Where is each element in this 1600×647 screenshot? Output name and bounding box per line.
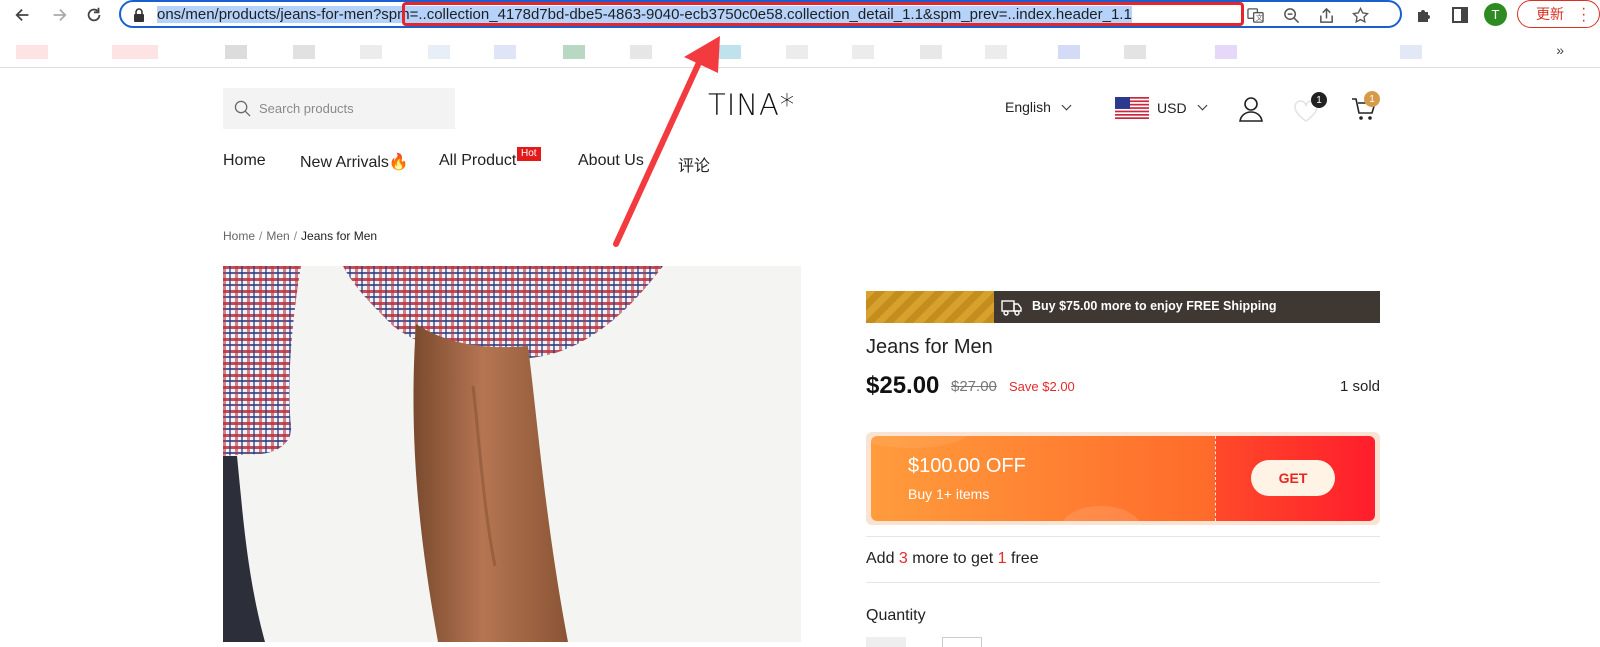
bundle-promo: Add 3 more to get 1 free [866,550,1039,568]
cart-count-badge: 1 [1364,91,1380,107]
bookmark-item[interactable] [428,45,450,59]
product-photo-illustration [223,266,801,642]
bookmarks-bar: » [0,38,1600,68]
quantity-label: Quantity [866,607,926,624]
bookmark-item[interactable] [719,45,741,59]
search-box[interactable] [223,88,455,129]
bookmark-item[interactable] [1058,45,1080,59]
breadcrumb: Home / Men / Jeans for Men [223,229,377,243]
us-flag-icon [1115,97,1149,119]
bookmark-item[interactable] [1215,45,1237,59]
store-logo[interactable]: TINA* [708,88,795,122]
coupon-decoration [871,436,1139,521]
shipping-progress-fill [866,291,994,323]
bookmark-item[interactable] [16,45,48,59]
lock-icon [134,8,144,22]
quantity-input[interactable] [942,637,982,647]
extensions-puzzle-icon[interactable] [1412,3,1436,27]
breadcrumb-separator: / [259,229,263,243]
currency-label: USD [1157,100,1187,116]
profile-avatar[interactable]: T [1484,3,1507,26]
update-label: 更新 [1536,6,1564,22]
quantity-decrease-button[interactable] [866,637,906,647]
nav-about-us[interactable]: About Us [578,152,644,170]
promo-prefix: Add [866,550,895,567]
truck-icon [1001,300,1022,316]
url-selected-path: ons/men/products/jeans-for-men [157,6,373,23]
breadcrumb-men[interactable]: Men [266,229,289,243]
account-user-icon[interactable] [1237,95,1265,123]
bookmark-item[interactable] [852,45,874,59]
translate-icon[interactable]: 文 [1245,5,1265,25]
side-panel-icon[interactable] [1448,3,1472,27]
bookmark-item[interactable] [630,45,652,59]
coupon-info: $100.00 OFF Buy 1+ items [871,436,1215,521]
language-selector[interactable]: English [1005,99,1072,115]
free-shipping-bar: Buy $75.00 more to enjoy FREE Shipping [866,291,1380,323]
update-button[interactable]: 更新 · · · [1517,0,1600,29]
more-menu-icon: · · · [1581,0,1587,29]
language-label: English [1005,99,1051,115]
url-query-highlight-box [402,2,1244,26]
search-icon [234,100,251,117]
bookmark-item[interactable] [786,45,808,59]
promo-suffix: free [1011,550,1039,567]
bookmark-item[interactable] [293,45,315,59]
coupon-card: $100.00 OFF Buy 1+ items GET [866,432,1380,525]
chevron-down-icon [1197,100,1208,110]
bookmark-star-icon[interactable] [1350,5,1370,25]
bookmark-item[interactable] [112,45,158,59]
bookmark-item[interactable] [1124,45,1146,59]
coupon-condition: Buy 1+ items [908,486,990,502]
breadcrumb-home[interactable]: Home [223,229,255,243]
back-arrow-icon[interactable] [11,3,35,27]
promo-free-count: 1 [997,550,1007,567]
browser-toolbar: ons/men/products/jeans-for-men?spm=..col… [0,0,1600,29]
svg-text:文: 文 [1255,13,1262,22]
bookmark-item[interactable] [225,45,247,59]
breadcrumb-separator: / [293,229,298,243]
nav-home[interactable]: Home [223,152,266,170]
currency-selector[interactable]: USD [1115,97,1208,119]
nav-all-product[interactable]: All Product [439,152,516,170]
share-icon[interactable] [1316,5,1336,25]
divider [866,536,1380,537]
bookmark-item[interactable] [985,45,1007,59]
chevron-down-icon [1061,100,1072,111]
shipping-message: Buy $75.00 more to enjoy FREE Shipping [1032,299,1277,313]
compare-at-price: $27.00 [951,378,997,395]
breadcrumb-current: Jeans for Men [301,229,378,243]
promo-mid: more to get [912,550,994,567]
bookmark-item[interactable] [360,45,382,59]
search-input[interactable] [259,88,449,129]
bookmarks-more-button[interactable]: » [1556,42,1564,58]
nav-new-arrivals[interactable]: New Arrivals🔥 [300,152,409,172]
promo-qty: 3 [898,550,908,567]
sold-count: 1 sold [1340,378,1381,395]
savings-label: Save $2.00 [1009,379,1075,394]
hot-badge: Hot [517,147,541,161]
divider [866,582,1380,583]
coupon-action: GET [1215,436,1375,521]
bookmark-item[interactable] [1400,45,1422,59]
bookmark-item[interactable] [920,45,942,59]
get-coupon-button[interactable]: GET [1251,460,1335,496]
product-price: $25.00 [866,372,940,399]
reload-icon[interactable] [82,3,106,27]
product-image[interactable] [223,266,801,642]
nav-reviews[interactable]: 评论 [678,152,710,176]
coupon-amount: $100.00 OFF [908,455,1026,477]
wishlist-count-badge: 1 [1311,92,1327,108]
forward-arrow-icon[interactable] [47,3,71,27]
address-bar[interactable]: ons/men/products/jeans-for-men?spm=..col… [119,0,1402,28]
bookmark-item[interactable] [494,45,516,59]
product-title: Jeans for Men [866,336,993,358]
coupon-divider [1215,436,1216,521]
zoom-out-icon[interactable] [1281,5,1301,25]
bookmark-item[interactable] [563,45,585,59]
